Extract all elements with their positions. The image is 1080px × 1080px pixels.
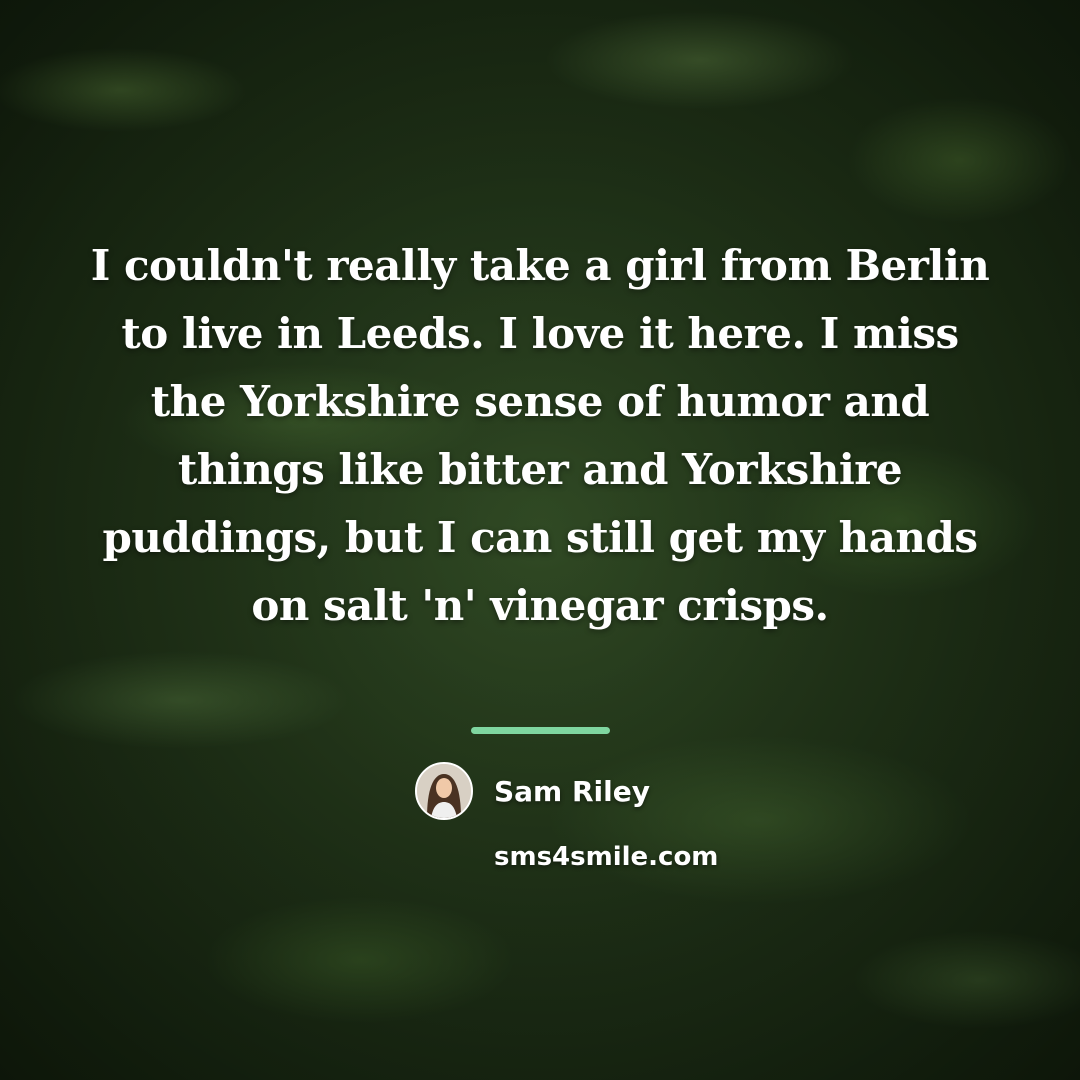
person-portrait-icon bbox=[417, 764, 471, 818]
author-avatar bbox=[415, 762, 473, 820]
author-name: Sam Riley bbox=[494, 775, 650, 808]
site-url: sms4smile.com bbox=[494, 842, 719, 872]
divider-line bbox=[471, 727, 610, 734]
background-photo: I couldn't really take a girl from Berli… bbox=[0, 0, 1080, 1080]
quote-card: I couldn't really take a girl from Berli… bbox=[0, 0, 1080, 1080]
quote-text: I couldn't really take a girl from Berli… bbox=[90, 241, 990, 630]
